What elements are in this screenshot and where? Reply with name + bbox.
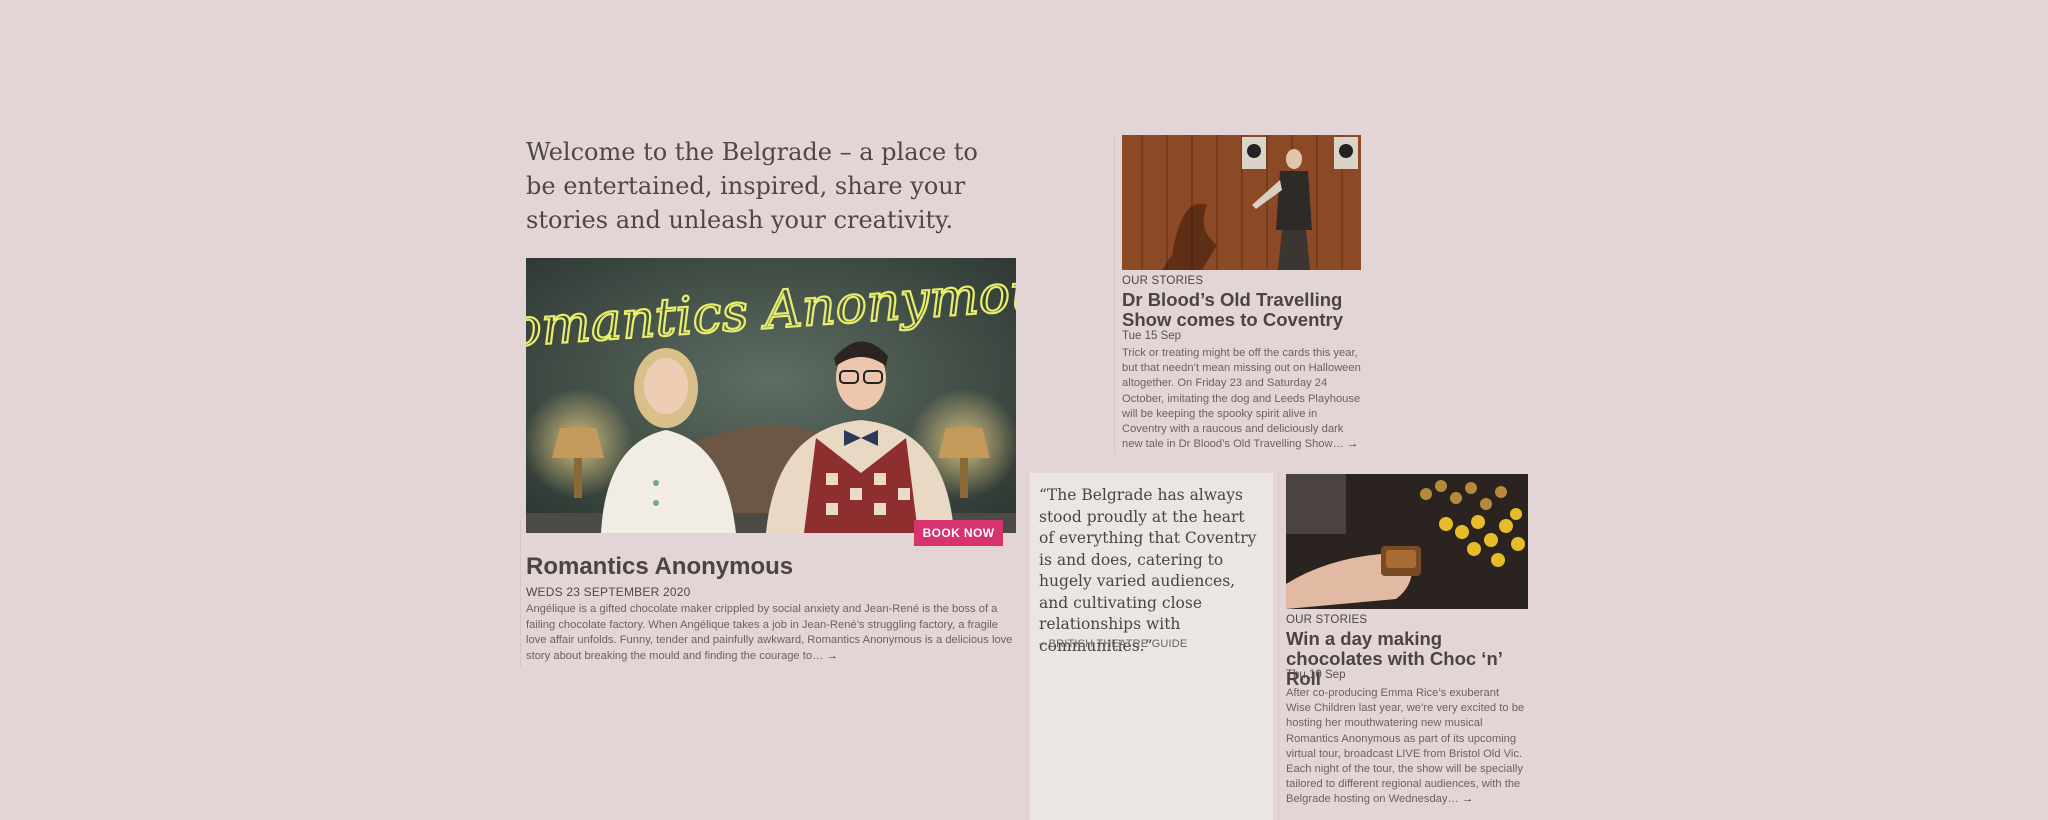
story-description: After co-producing Emma Rice’s exuberant… [1286, 686, 1526, 808]
intro-heading: Welcome to the Belgrade – a place to be … [526, 138, 978, 234]
dr-blood-photo [1122, 135, 1361, 270]
column-divider [1027, 473, 1028, 820]
hero-date: WEDS 23 SEPTEMBER 2020 [526, 585, 691, 599]
column-divider [1278, 473, 1279, 820]
quote-text: “The Belgrade has always stood proudly a… [1039, 486, 1257, 655]
hero-image[interactable]: Romantics Anonymous [526, 258, 1016, 533]
story-category: OUR STORIES [1122, 275, 1204, 287]
read-more-arrow-icon[interactable]: → [1462, 793, 1473, 805]
hero-description: Angélique is a gifted chocolate maker cr… [526, 602, 1016, 664]
read-more-arrow-icon[interactable]: → [826, 650, 837, 662]
story-date: Thu 10 Sep [1286, 669, 1346, 681]
hero-photo: Romantics Anonymous [526, 258, 1016, 533]
story-description: Trick or treating might be off the cards… [1122, 346, 1362, 452]
story-date: Tue 15 Sep [1122, 330, 1182, 342]
column-divider [1114, 135, 1115, 455]
story-description-text: Trick or treating might be off the cards… [1122, 347, 1361, 451]
quote-source: – BRITISH THEATRE GUIDE [1039, 638, 1188, 650]
story-category: OUR STORIES [1286, 614, 1368, 626]
hero-title[interactable]: Romantics Anonymous [526, 553, 793, 581]
story-description-text: After co-producing Emma Rice’s exuberant… [1286, 687, 1525, 806]
book-now-button[interactable]: BOOK NOW [914, 520, 1003, 546]
story-image-chocolates[interactable] [1286, 474, 1528, 609]
read-more-arrow-icon[interactable]: → [1347, 438, 1358, 450]
hero-description-text: Angélique is a gifted chocolate maker cr… [526, 603, 1013, 662]
column-divider [520, 520, 521, 668]
story-image-dr-blood[interactable] [1122, 135, 1361, 270]
story-title[interactable]: Dr Blood’s Old Travelling Show comes to … [1122, 290, 1361, 330]
chocolates-photo [1286, 474, 1528, 609]
